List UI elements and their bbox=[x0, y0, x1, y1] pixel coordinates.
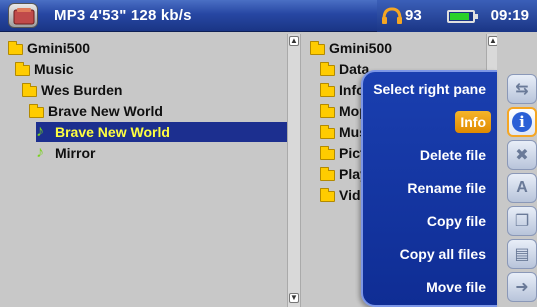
folder-icon bbox=[320, 104, 336, 118]
file-browser-app-icon[interactable] bbox=[8, 3, 38, 28]
status-indicators: 93 09:19 bbox=[377, 0, 537, 32]
now-playing-info: MP3 4'53" 128 kb/s bbox=[54, 7, 192, 24]
file-list-item-label: Wes Burden bbox=[41, 82, 123, 98]
music-note-icon: ♪ bbox=[36, 144, 44, 161]
folder-icon bbox=[29, 104, 45, 118]
scroll-down-icon[interactable]: ▼ bbox=[289, 293, 299, 303]
file-list-item-label: Mirror bbox=[55, 145, 96, 161]
file-list-item-label: Gmini500 bbox=[27, 40, 91, 56]
left-file-pane[interactable]: Gmini500 Music Wes Burden Brave New World ♪ B… bbox=[0, 34, 287, 307]
left-pane-scrollbar[interactable]: ▲ ▼ bbox=[287, 34, 301, 307]
info-button[interactable]: i bbox=[507, 107, 537, 137]
rename-icon: A bbox=[516, 179, 528, 196]
status-bar: MP3 4'53" 128 kb/s 93 09:19 bbox=[0, 0, 537, 32]
move-icon: ➜ bbox=[515, 279, 529, 296]
file-list-item[interactable]: ♪ Brave New World bbox=[36, 122, 287, 142]
switch-pane-icon: ⇆ bbox=[515, 81, 529, 98]
menu-item[interactable]: Select right pane bbox=[368, 78, 491, 100]
folder-icon bbox=[15, 62, 31, 76]
rename-button[interactable]: A bbox=[507, 173, 537, 203]
copy-all-button[interactable]: ▤ bbox=[507, 239, 537, 269]
menu-item[interactable]: Copy file bbox=[422, 210, 491, 232]
file-list-item-label: Brave New World bbox=[55, 124, 170, 140]
scroll-up-icon[interactable]: ▲ bbox=[289, 36, 299, 46]
folder-icon bbox=[320, 62, 336, 76]
file-list-item-label: Brave New World bbox=[48, 103, 163, 119]
headphones-icon bbox=[382, 7, 402, 24]
file-list-item-label: Music bbox=[34, 61, 74, 77]
copy-icon: ❐ bbox=[514, 213, 530, 230]
menu-item[interactable]: Delete file bbox=[415, 144, 491, 166]
folder-icon bbox=[320, 83, 336, 97]
menu-item[interactable]: Copy all files bbox=[395, 243, 491, 265]
file-list-item[interactable]: Gmini500 bbox=[8, 38, 90, 58]
folder-icon bbox=[8, 41, 24, 55]
file-list-item[interactable]: Info bbox=[320, 80, 365, 100]
folder-icon bbox=[310, 41, 326, 55]
file-list-item[interactable]: Gmini500 bbox=[310, 38, 392, 58]
copy-all-icon: ▤ bbox=[514, 246, 530, 263]
move-button[interactable]: ➜ bbox=[507, 272, 537, 302]
info-icon: i bbox=[512, 112, 532, 132]
delete-icon: ✖ bbox=[515, 147, 529, 164]
battery-level-fill bbox=[450, 13, 470, 20]
file-list-item[interactable]: ♪ Mirror bbox=[36, 143, 95, 163]
menu-item[interactable]: Rename file bbox=[402, 177, 491, 199]
folder-icon bbox=[22, 83, 38, 97]
switch-pane-button[interactable]: ⇆ bbox=[507, 74, 537, 104]
folder-icon bbox=[320, 146, 336, 160]
copy-button[interactable]: ❐ bbox=[507, 206, 537, 236]
file-list-item[interactable]: Music bbox=[15, 59, 74, 79]
volume-level: 93 bbox=[405, 7, 422, 24]
folder-icon bbox=[320, 125, 336, 139]
file-list-item-label: Gmini500 bbox=[329, 40, 393, 56]
battery-icon bbox=[447, 10, 478, 23]
menu-item[interactable]: Info bbox=[455, 111, 491, 133]
folder-icon bbox=[320, 167, 336, 181]
file-list-item[interactable]: Wes Burden bbox=[22, 80, 122, 100]
clock: 09:19 bbox=[490, 7, 529, 24]
context-menu: Select right pane Info Delete file Rename f… bbox=[361, 70, 497, 307]
menu-item[interactable]: Move file bbox=[421, 276, 491, 298]
delete-button[interactable]: ✖ bbox=[507, 140, 537, 170]
folder-icon bbox=[320, 188, 336, 202]
music-note-icon: ♪ bbox=[36, 123, 44, 140]
file-list-item[interactable]: Brave New World bbox=[29, 101, 163, 121]
